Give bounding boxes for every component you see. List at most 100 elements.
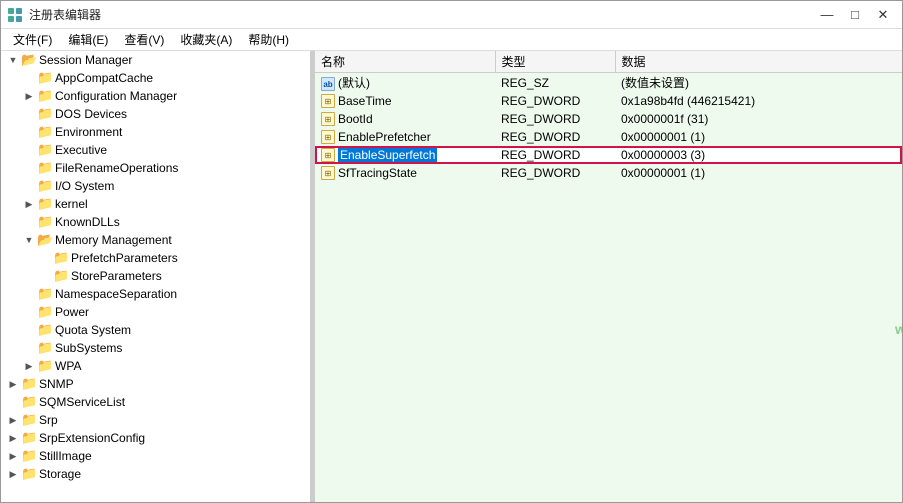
menu-item-编辑e[interactable]: 编辑(E) xyxy=(60,29,116,50)
tree-item-label: Session Manager xyxy=(39,53,132,67)
tree-item-label: Configuration Manager xyxy=(55,89,177,103)
tree-arrow: ▼ xyxy=(5,55,21,65)
cell-data: 0x00000003 (3) xyxy=(615,146,902,164)
tree-arrow: ▶ xyxy=(21,199,37,210)
folder-icon: 📁 xyxy=(21,448,37,464)
tree-item-label: Srp xyxy=(39,413,58,427)
title-bar: 注册表编辑器 — □ ✕ xyxy=(1,1,902,29)
tree-item-label: Memory Management xyxy=(55,233,172,247)
folder-icon: 📁 xyxy=(53,268,69,284)
tree-item-appcompat[interactable]: 📁AppCompatCache xyxy=(1,69,310,87)
tree-item-label: Storage xyxy=(39,467,81,481)
reg-dword-icon: ⊞ xyxy=(321,94,335,108)
tree-item-namespace[interactable]: 📁NamespaceSeparation xyxy=(1,285,310,303)
close-button[interactable]: ✕ xyxy=(870,5,896,25)
cell-type: REG_DWORD xyxy=(495,110,615,128)
tree-item-storage[interactable]: ▶📁Storage xyxy=(1,465,310,483)
folder-icon: 📁 xyxy=(37,196,53,212)
tree-item-memory-mgmt[interactable]: ▼📂Memory Management xyxy=(1,231,310,249)
tree-item-label: PrefetchParameters xyxy=(71,251,178,265)
tree-item-label: Environment xyxy=(55,125,122,139)
tree-item-kernel[interactable]: ▶📁kernel xyxy=(1,195,310,213)
tree-item-label: SQMServiceList xyxy=(39,395,125,409)
folder-icon: 📂 xyxy=(21,52,37,68)
tree-arrow: ▶ xyxy=(5,469,21,480)
tree-item-label: I/O System xyxy=(55,179,114,193)
tree-item-subsystems[interactable]: 📁SubSystems xyxy=(1,339,310,357)
reg-sz-icon: ab xyxy=(321,77,335,91)
cell-data: 0x0000001f (31) xyxy=(615,110,902,128)
tree-item-power[interactable]: 📁Power xyxy=(1,303,310,321)
tree-item-filerename[interactable]: 📁FileRenameOperations xyxy=(1,159,310,177)
col-header-name: 名称 xyxy=(315,51,495,73)
tree-item-label: WPA xyxy=(55,359,81,373)
reg-dword-icon: ⊞ xyxy=(321,148,335,162)
registry-table-container: 名称 类型 数据 ab(默认) REG_SZ(数值未设置)⊞BaseTimeREG… xyxy=(315,51,902,502)
tree-item-session-manager[interactable]: ▼📂Session Manager xyxy=(1,51,310,69)
cell-data: 0x00000001 (1) xyxy=(615,128,902,146)
folder-icon: 📁 xyxy=(21,466,37,482)
folder-icon: 📁 xyxy=(21,376,37,392)
cell-name: ⊞EnablePrefetcher xyxy=(315,128,495,146)
tree-item-knowndlls[interactable]: 📁KnownDLLs xyxy=(1,213,310,231)
tree-item-environment[interactable]: 📁Environment xyxy=(1,123,310,141)
menu-item-收藏夹a[interactable]: 收藏夹(A) xyxy=(172,29,240,50)
table-row[interactable]: ⊞BootIdREG_DWORD0x0000001f (31) xyxy=(315,110,902,128)
tree-item-prefetch[interactable]: 📁PrefetchParameters xyxy=(1,249,310,267)
tree-item-quota[interactable]: 📁Quota System xyxy=(1,321,310,339)
tree-item-label: Power xyxy=(55,305,89,319)
tree-item-srpext[interactable]: ▶📁SrpExtensionConfig xyxy=(1,429,310,447)
reg-entry-name: EnableSuperfetch xyxy=(338,148,437,162)
tree-item-stillimage[interactable]: ▶📁StillImage xyxy=(1,447,310,465)
table-row[interactable]: ab(默认) REG_SZ(数值未设置) xyxy=(315,73,902,93)
tree-item-io-system[interactable]: 📁I/O System xyxy=(1,177,310,195)
tree-arrow: ▶ xyxy=(5,379,21,390)
tree-item-srp[interactable]: ▶📁Srp xyxy=(1,411,310,429)
folder-icon: 📁 xyxy=(21,430,37,446)
table-row[interactable]: ⊞BaseTimeREG_DWORD0x1a98b4fd (446215421) xyxy=(315,92,902,110)
table-header-row: 名称 类型 数据 xyxy=(315,51,902,73)
tree-item-executive[interactable]: 📁Executive xyxy=(1,141,310,159)
menu-item-文件f[interactable]: 文件(F) xyxy=(5,29,60,50)
menu-item-查看v[interactable]: 查看(V) xyxy=(116,29,172,50)
registry-table-body: ab(默认) REG_SZ(数值未设置)⊞BaseTimeREG_DWORD0x1… xyxy=(315,73,902,183)
folder-icon: 📁 xyxy=(37,124,53,140)
tree-item-label: AppCompatCache xyxy=(55,71,153,85)
tree-item-label: StoreParameters xyxy=(71,269,162,283)
col-header-data: 数据 xyxy=(615,51,902,73)
tree-arrow: ▼ xyxy=(21,235,37,245)
tree-item-label: SubSystems xyxy=(55,341,122,355)
cell-name: ⊞BootId xyxy=(315,110,495,128)
tree-item-dos-devices[interactable]: 📁DOS Devices xyxy=(1,105,310,123)
tree-item-config-manager[interactable]: ▶📁Configuration Manager xyxy=(1,87,310,105)
folder-icon: 📁 xyxy=(37,358,53,374)
tree-item-label: NamespaceSeparation xyxy=(55,287,177,301)
cell-data: (数值未设置) xyxy=(615,73,902,93)
cell-type: REG_DWORD xyxy=(495,164,615,182)
cell-name: ⊞SfTracingState xyxy=(315,164,495,182)
folder-icon: 📁 xyxy=(37,178,53,194)
folder-icon: 📁 xyxy=(21,412,37,428)
window-title: 注册表编辑器 xyxy=(29,6,101,23)
reg-dword-icon: ⊞ xyxy=(321,166,335,180)
menu-item-帮助h[interactable]: 帮助(H) xyxy=(240,29,297,50)
table-row[interactable]: ⊞EnableSuperfetchREG_DWORD0x00000003 (3) xyxy=(315,146,902,164)
reg-entry-name: (默认) xyxy=(338,76,370,90)
folder-icon: 📁 xyxy=(37,304,53,320)
tree-arrow: ▶ xyxy=(21,361,37,372)
table-row[interactable]: ⊞EnablePrefetcherREG_DWORD0x00000001 (1) xyxy=(315,128,902,146)
tree-item-wpa[interactable]: ▶📁WPA xyxy=(1,357,310,375)
tree-item-snmp[interactable]: ▶📁SNMP xyxy=(1,375,310,393)
reg-dword-icon: ⊞ xyxy=(321,112,335,126)
reg-entry-name: EnablePrefetcher xyxy=(338,130,431,144)
maximize-button[interactable]: □ xyxy=(842,5,868,25)
tree-arrow: ▶ xyxy=(5,415,21,426)
tree-item-label: SrpExtensionConfig xyxy=(39,431,145,445)
minimize-button[interactable]: — xyxy=(814,5,840,25)
tree-item-storeparams[interactable]: 📁StoreParameters xyxy=(1,267,310,285)
tree-item-sqmservice[interactable]: 📁SQMServiceList xyxy=(1,393,310,411)
folder-icon: 📂 xyxy=(37,232,53,248)
table-row[interactable]: ⊞SfTracingStateREG_DWORD0x00000001 (1) xyxy=(315,164,902,182)
folder-icon: 📁 xyxy=(37,160,53,176)
cell-type: REG_SZ xyxy=(495,73,615,93)
